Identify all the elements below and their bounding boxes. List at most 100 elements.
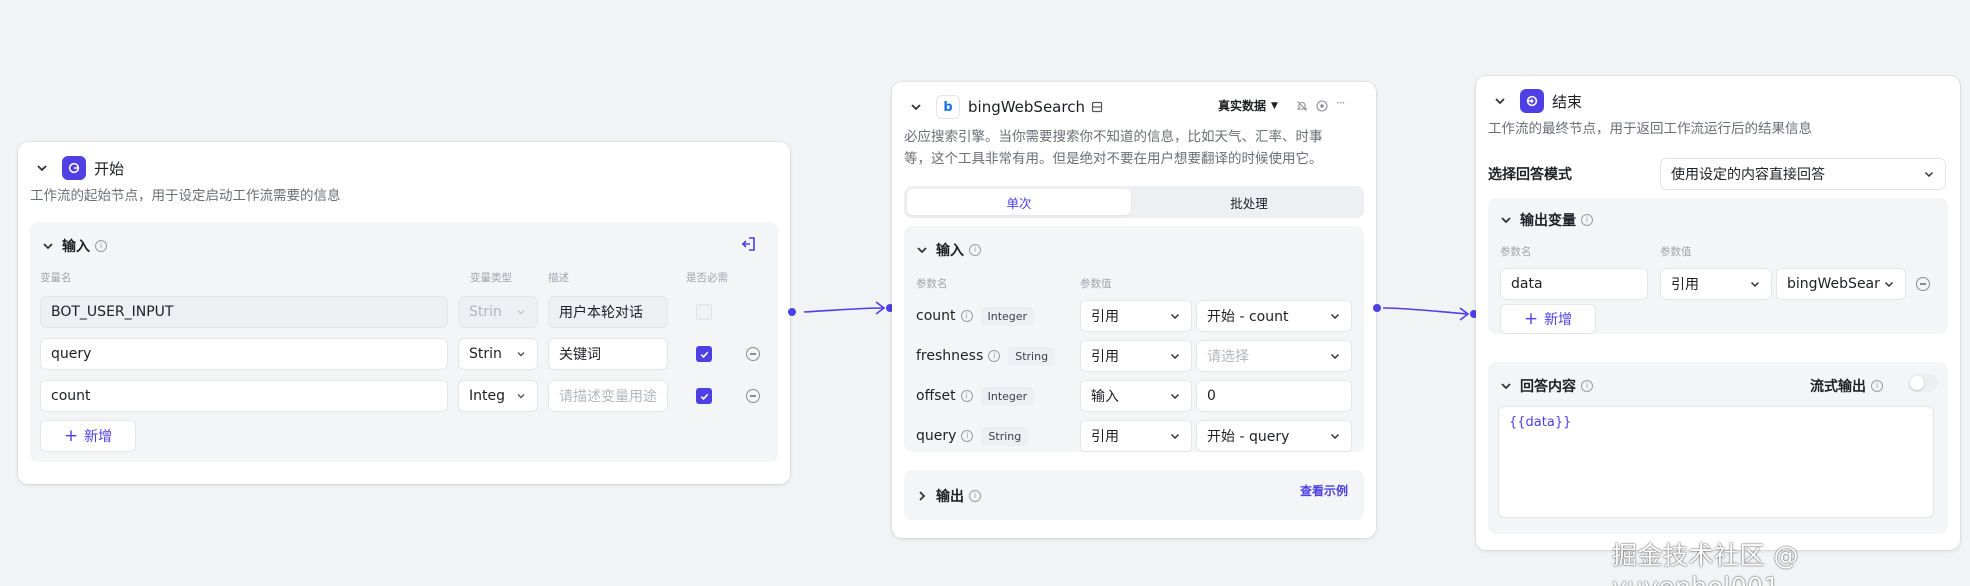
chevron-down-icon — [1749, 278, 1761, 290]
variable-desc-input[interactable]: 关键词 — [548, 338, 668, 370]
col-label-required: 是否必需 — [686, 272, 728, 284]
required-checkbox — [696, 304, 712, 320]
view-example-link[interactable]: 查看示例 — [1300, 482, 1348, 499]
answer-content-title[interactable]: 回答内容 i — [1498, 376, 1593, 396]
col-label-param-name: 参数名 — [1500, 246, 1532, 258]
end-node-description: 工作流的最终节点，用于返回工作流运行后的结果信息 — [1488, 121, 1812, 137]
collapse-chevron-icon[interactable] — [40, 238, 56, 254]
output-vars-title[interactable]: 输出变量 i — [1498, 210, 1593, 230]
bing-output-panel: 输出 i 查看示例 — [904, 470, 1364, 520]
variable-type-select: Strin — [458, 296, 538, 328]
col-label-type: 变量类型 — [470, 272, 512, 284]
expand-chevron-icon[interactable] — [914, 488, 930, 504]
chevron-down-icon — [1923, 168, 1935, 180]
param-value-select[interactable]: 开始 - query — [1196, 420, 1352, 452]
bing-node[interactable]: b bingWebSearch 真实数据 ▼ ··· 必应搜索引擎。当你需要搜索… — [892, 82, 1376, 538]
chevron-down-icon — [1169, 310, 1181, 322]
tab-batch[interactable]: 批处理 — [1137, 189, 1361, 215]
param-mode-select[interactable]: 引用 — [1080, 420, 1192, 452]
chevron-down-icon — [515, 306, 527, 318]
play-icon[interactable] — [1316, 100, 1328, 112]
remove-row-icon[interactable] — [1916, 277, 1930, 291]
info-icon: i — [1581, 214, 1593, 226]
remove-row-icon[interactable] — [746, 389, 760, 403]
param-value-select[interactable]: 请选择 — [1196, 340, 1352, 372]
bing-node-title: bingWebSearch — [968, 98, 1085, 116]
more-icon[interactable]: ··· — [1336, 96, 1348, 110]
info-icon: i — [961, 430, 974, 442]
variable-desc-input[interactable]: 请描述变量用途 — [548, 380, 668, 412]
param-value-input[interactable]: 0 — [1196, 380, 1352, 412]
remove-row-icon[interactable] — [746, 347, 760, 361]
watermark-text: 掘金技术社区 @ yuvenhol001 — [1612, 541, 1799, 586]
output-var-name-input[interactable]: data — [1500, 268, 1648, 300]
variable-type-select[interactable]: Strin — [458, 338, 538, 370]
bing-logo-icon: b — [936, 95, 960, 119]
bing-input-title[interactable]: 输入 i — [914, 240, 981, 260]
add-output-var-button[interactable]: + 新增 — [1500, 304, 1596, 334]
info-icon: i — [969, 244, 981, 256]
answer-content-editor[interactable]: {{data}} — [1498, 406, 1934, 518]
chevron-down-icon — [1169, 390, 1181, 402]
chevron-down-icon — [1329, 310, 1341, 322]
bing-output-port[interactable] — [1373, 304, 1381, 312]
answer-mode-label: 选择回答模式 — [1488, 167, 1572, 183]
collapse-chevron-icon[interactable] — [1492, 93, 1508, 109]
variable-name-input: BOT_USER_INPUT — [40, 296, 448, 328]
start-node-description: 工作流的起始节点，用于设定启动工作流需要的信息 — [30, 188, 341, 204]
variable-desc-input: 用户本轮对话 — [548, 296, 668, 328]
start-output-port[interactable] — [788, 308, 796, 316]
info-icon: i — [1871, 380, 1883, 392]
chevron-down-icon — [515, 390, 527, 402]
save-icon[interactable] — [1091, 101, 1103, 113]
collapse-chevron-icon[interactable] — [914, 242, 930, 258]
param-mode-select[interactable]: 引用 — [1080, 300, 1192, 332]
info-icon: i — [95, 240, 107, 252]
stream-output-label: 流式输出 i — [1810, 376, 1883, 396]
variable-name-input[interactable]: query — [40, 338, 448, 370]
end-node-icon — [1520, 89, 1544, 113]
param-type-tag: String — [1008, 346, 1056, 366]
chevron-down-icon — [1169, 430, 1181, 442]
chevron-down-icon — [515, 348, 527, 360]
bing-output-title[interactable]: 输出 i — [914, 486, 981, 506]
param-row-count: count i Integer — [916, 300, 1035, 332]
param-mode-select[interactable]: 引用 — [1080, 340, 1192, 372]
chevron-down-icon — [1329, 350, 1341, 362]
col-label-param-value: 参数值 — [1660, 246, 1692, 258]
variable-type-select[interactable]: Integ — [458, 380, 538, 412]
answer-mode-select[interactable]: 使用设定的内容直接回答 — [1660, 158, 1946, 190]
end-node-title: 结束 — [1552, 92, 1583, 111]
import-icon[interactable] — [740, 236, 756, 252]
param-row-query: query i String — [916, 420, 1029, 452]
info-icon: i — [969, 490, 981, 502]
add-variable-button[interactable]: + 新增 — [40, 420, 136, 452]
collapse-chevron-icon[interactable] — [1498, 212, 1514, 228]
param-value-select[interactable]: 开始 - count — [1196, 300, 1352, 332]
data-mode-select[interactable]: 真实数据 ▼ — [1218, 97, 1278, 114]
end-node[interactable]: 结束 工作流的最终节点，用于返回工作流运行后的结果信息 选择回答模式 使用设定的… — [1476, 76, 1960, 550]
output-var-value-select[interactable]: bingWebSear — [1776, 268, 1906, 300]
tab-single[interactable]: 单次 — [907, 189, 1131, 215]
variable-name-input[interactable]: count — [40, 380, 448, 412]
param-row-freshness: freshness i String — [916, 340, 1056, 372]
param-row-offset: offset i Integer — [916, 380, 1035, 412]
answer-content-panel: 回答内容 i 流式输出 i {{data}} — [1488, 362, 1948, 534]
output-var-mode-select[interactable]: 引用 — [1660, 268, 1772, 300]
required-checkbox[interactable] — [696, 346, 712, 362]
collapse-chevron-icon[interactable] — [908, 99, 924, 115]
collapse-chevron-icon[interactable] — [34, 160, 50, 176]
info-icon: i — [988, 350, 1001, 362]
bing-node-description: 必应搜索引擎。当你需要搜索你不知道的信息，比如天气、汇率、时事 等，这个工具非常… — [904, 129, 1323, 167]
caret-down-icon: ▼ — [1271, 100, 1278, 111]
start-input-title[interactable]: 输入 i — [40, 236, 107, 256]
col-label-name: 变量名 — [40, 272, 72, 284]
stream-output-toggle[interactable] — [1908, 374, 1938, 392]
required-checkbox[interactable] — [696, 388, 712, 404]
start-node[interactable]: 开始 工作流的起始节点，用于设定启动工作流需要的信息 输入 i 变量名 变量类型… — [18, 142, 790, 484]
param-mode-select[interactable]: 输入 — [1080, 380, 1192, 412]
chevron-down-icon — [1169, 350, 1181, 362]
collapse-chevron-icon[interactable] — [1498, 378, 1514, 394]
bell-off-icon[interactable] — [1296, 100, 1308, 112]
param-type-tag: Integer — [980, 306, 1035, 326]
